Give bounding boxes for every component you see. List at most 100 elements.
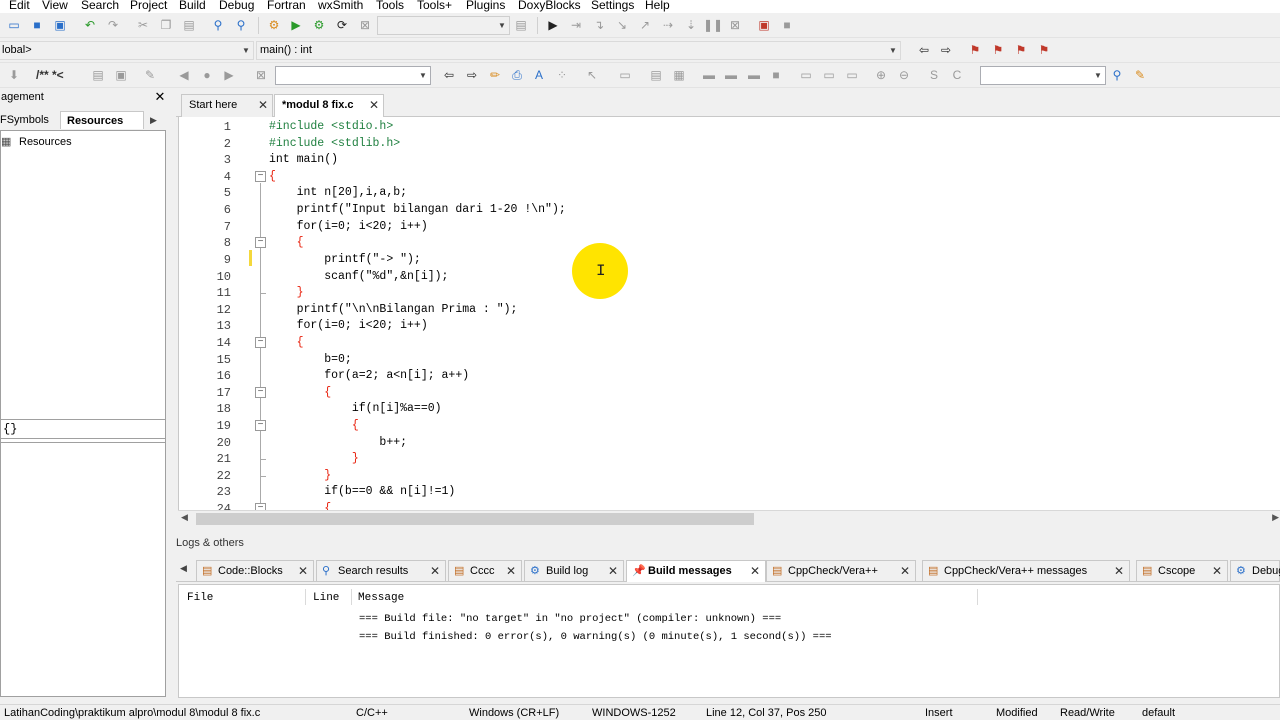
build-gear-icon[interactable]: ⚙ xyxy=(266,17,282,33)
debug-start-icon[interactable]: ▶ xyxy=(545,17,561,33)
fold-minus-icon[interactable]: − xyxy=(255,503,266,510)
tree-item-resources[interactable]: ▦ Resources xyxy=(1,135,72,148)
run-html-icon[interactable]: ▣ xyxy=(113,67,129,83)
menu-edit[interactable]: Edit xyxy=(9,0,30,12)
menu-tools-plus[interactable]: Tools+ xyxy=(417,0,452,12)
abort-icon[interactable]: ⊠ xyxy=(357,17,373,33)
s-icon[interactable]: S xyxy=(926,67,942,83)
run-icon[interactable]: ▶ xyxy=(288,17,304,33)
close-icon[interactable]: ✕ xyxy=(1212,561,1222,581)
menu-debug[interactable]: Debug xyxy=(219,0,254,12)
save-all-icon[interactable]: ▣ xyxy=(52,17,68,33)
zoom-out-icon[interactable]: ⊖ xyxy=(896,67,912,83)
replace-icon[interactable]: ⚲ xyxy=(233,17,249,33)
tab-modul-8-fix[interactable]: *modul 8 fix.c ✕ xyxy=(274,94,384,117)
tab-cppcheck[interactable]: ▤ CppCheck/Vera++ ✕ xyxy=(766,560,916,582)
search-select[interactable]: ▼ xyxy=(980,66,1106,85)
menu-wxsmith[interactable]: wxSmith xyxy=(318,0,363,12)
copy-icon[interactable]: ❐ xyxy=(158,17,174,33)
fold-minus-icon[interactable]: − xyxy=(255,387,266,398)
menu-plugins[interactable]: Plugins xyxy=(466,0,505,12)
shape5-icon[interactable]: ▭ xyxy=(798,67,814,83)
stop-icon[interactable]: ⊠ xyxy=(727,17,743,33)
next-line-icon[interactable]: ↴ xyxy=(591,17,607,33)
scroll-right-icon[interactable]: ▶ xyxy=(150,111,157,129)
tab-fsymbols[interactable]: FSymbols xyxy=(0,111,60,129)
toggle-bookmark-icon[interactable]: ⚑ xyxy=(967,42,983,58)
search-icon[interactable]: ⚲ xyxy=(1109,67,1125,83)
menu-settings[interactable]: Settings xyxy=(591,0,634,12)
scroll-right-icon[interactable]: ▶ xyxy=(1272,512,1279,523)
clear-bookmarks-icon[interactable]: ⚑ xyxy=(1036,42,1052,58)
menu-search[interactable]: Search xyxy=(81,0,119,12)
scope-select[interactable]: lobal> ▼ xyxy=(0,41,254,60)
shape6-icon[interactable]: ▭ xyxy=(821,67,837,83)
open-icon[interactable]: ▭ xyxy=(6,17,22,33)
step-into-icon[interactable]: ↘ xyxy=(614,17,630,33)
build-run-icon[interactable]: ⚙ xyxy=(311,17,327,33)
column-file[interactable]: File xyxy=(187,592,213,604)
tab-resources[interactable]: Resources xyxy=(60,111,144,129)
close-icon[interactable]: ✕ xyxy=(369,95,379,116)
shape2-icon[interactable]: ▬ xyxy=(723,67,739,83)
highlight-icon[interactable]: ✏ xyxy=(487,67,503,83)
save-icon[interactable]: ■ xyxy=(29,17,45,33)
close-icon[interactable]: ✕ xyxy=(298,561,308,581)
menu-help[interactable]: Help xyxy=(645,0,670,12)
build-message[interactable]: === Build file: "no target" in "no proje… xyxy=(359,613,781,625)
close-icon[interactable]: ✕ xyxy=(153,88,167,106)
tab-build-messages[interactable]: 📌 Build messages ✕ xyxy=(626,560,766,582)
shape7-icon[interactable]: ▭ xyxy=(844,67,860,83)
target-options-icon[interactable]: ▤ xyxy=(513,17,529,33)
column-message[interactable]: Message xyxy=(358,592,404,604)
comment-buttons[interactable]: /** *< xyxy=(36,68,64,82)
pointer-icon[interactable]: ↖ xyxy=(584,67,600,83)
close-icon[interactable]: ✕ xyxy=(506,561,516,581)
jump-forward-icon[interactable]: ⇨ xyxy=(938,42,954,58)
zoom-in-icon[interactable]: ⊕ xyxy=(873,67,889,83)
tab-search-results[interactable]: ⚲ Search results ✕ xyxy=(316,560,446,582)
dot-icon[interactable]: ● xyxy=(199,67,215,83)
config-icon[interactable]: ✎ xyxy=(142,67,158,83)
next-bookmark-icon[interactable]: ⚑ xyxy=(1013,42,1029,58)
fold-minus-icon[interactable]: − xyxy=(255,337,266,348)
back-icon[interactable]: ◀ xyxy=(176,67,192,83)
paste-icon[interactable]: ▤ xyxy=(181,17,197,33)
various-info-icon[interactable]: ■ xyxy=(779,17,795,33)
scroll-left-icon[interactable]: ◀ xyxy=(180,563,187,574)
c-icon[interactable]: C xyxy=(949,67,965,83)
rebuild-icon[interactable]: ⟳ xyxy=(334,17,350,33)
fold-minus-icon[interactable]: − xyxy=(255,420,266,431)
tab-cccc[interactable]: ▤ Cccc ✕ xyxy=(448,560,522,582)
function-select[interactable]: main() : int ▼ xyxy=(256,41,901,60)
run-to-cursor-icon[interactable]: ⇥ xyxy=(568,17,584,33)
jump-back-icon[interactable]: ⇦ xyxy=(916,42,932,58)
close-icon[interactable]: ✕ xyxy=(900,561,910,581)
tab-build-log[interactable]: ⚙ Build log ✕ xyxy=(524,560,624,582)
forward-icon[interactable]: ▶ xyxy=(221,67,237,83)
doxy-select[interactable]: ▼ xyxy=(275,66,431,85)
next-icon[interactable]: ⇨ xyxy=(464,67,480,83)
find-icon[interactable]: ⚲ xyxy=(210,17,226,33)
select-icon[interactable]: ⁘ xyxy=(554,67,570,83)
scroll-left-icon[interactable]: ◀ xyxy=(181,512,188,523)
code-editor[interactable]: 1 2 3 4 5 6 7 8 9 10 11 12 13 14 15 16 1… xyxy=(178,117,1280,510)
prev-icon[interactable]: ⇦ xyxy=(441,67,457,83)
settings-icon[interactable]: ✎ xyxy=(1132,67,1148,83)
shape1-icon[interactable]: ▬ xyxy=(701,67,717,83)
menu-doxyblocks[interactable]: DoxyBlocks xyxy=(518,0,581,12)
prev-bookmark-icon[interactable]: ⚑ xyxy=(990,42,1006,58)
tab-cppcheck-messages[interactable]: ▤ CppCheck/Vera++ messages ✕ xyxy=(922,560,1130,582)
build-message[interactable]: === Build finished: 0 error(s), 0 warnin… xyxy=(359,631,832,643)
next-instruction-icon[interactable]: ⇢ xyxy=(660,17,676,33)
tab-cscope[interactable]: ▤ Cscope ✕ xyxy=(1136,560,1228,582)
extract-docs-icon[interactable]: ▤ xyxy=(90,67,106,83)
image-icon[interactable]: ▤ xyxy=(648,67,664,83)
fold-minus-icon[interactable]: − xyxy=(255,237,266,248)
close-icon[interactable]: ✕ xyxy=(750,561,760,581)
tab-start-here[interactable]: Start here ✕ xyxy=(181,94,273,117)
redo-icon[interactable]: ↷ xyxy=(105,17,121,33)
column-line[interactable]: Line xyxy=(313,592,339,604)
close-icon[interactable]: ✕ xyxy=(430,561,440,581)
tab-debug[interactable]: ⚙ Debug xyxy=(1230,560,1280,582)
